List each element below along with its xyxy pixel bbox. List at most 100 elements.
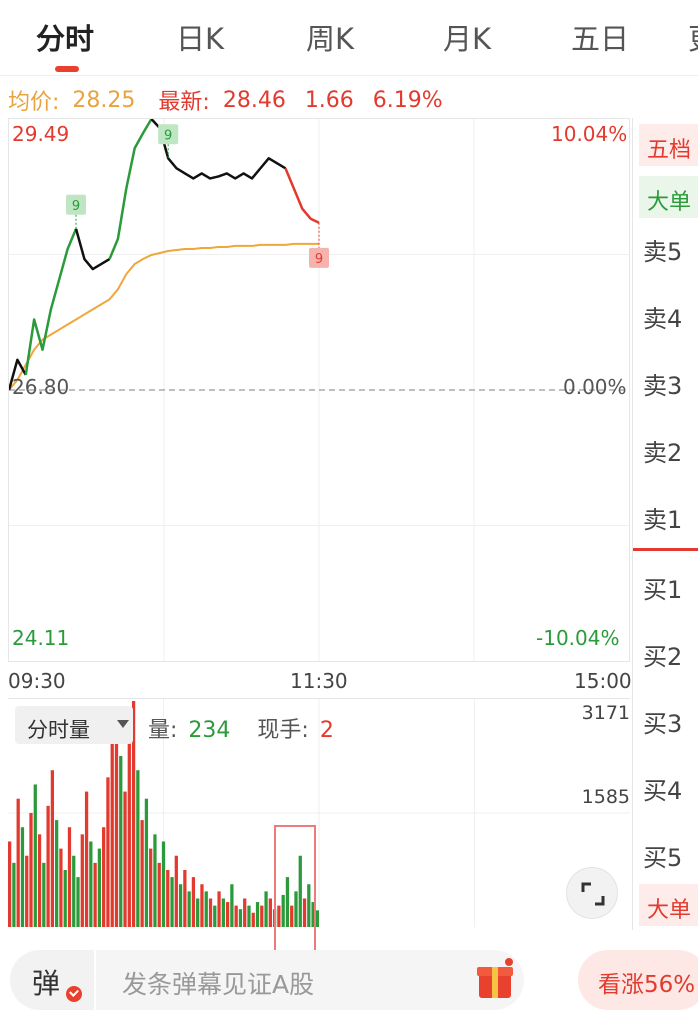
volume-bar: [221, 898, 225, 927]
volume-bar: [102, 827, 106, 927]
volume-bar: [153, 834, 157, 927]
y-base-label: 26.80: [12, 375, 70, 399]
volume-bar: [50, 770, 55, 927]
latest-price-value: 28.46: [222, 87, 286, 113]
fullscreen-expand-button[interactable]: [566, 867, 618, 919]
sell-level-5: 卖5: [643, 238, 683, 266]
volume-bar: [161, 841, 166, 927]
volume-bar: [208, 898, 213, 927]
marker-label-0: 9: [72, 199, 80, 214]
gift-icon[interactable]: [476, 958, 514, 1000]
volume-bar: [187, 891, 191, 927]
volume-bar: [123, 791, 127, 927]
latest-price-label: 最新:: [158, 90, 210, 115]
volume-bar: [247, 905, 251, 927]
danmu-check-icon: [66, 986, 82, 1002]
volume-bar: [42, 862, 46, 927]
volume-bar: [97, 848, 102, 927]
volume-bar: [25, 855, 29, 927]
price-line-rise-2: [108, 119, 153, 260]
time-label-midday: 11:30: [290, 669, 348, 693]
volume-bar: [55, 820, 59, 927]
volume-bar: [136, 770, 140, 927]
tab-monthly-k[interactable]: 月K: [443, 16, 491, 58]
volume-type-dropdown[interactable]: 分时量: [15, 706, 133, 744]
time-label-close: 15:00: [574, 669, 632, 693]
volume-bar: [149, 848, 153, 927]
volume-bar: [251, 912, 255, 927]
y-low-label: 24.11: [12, 626, 70, 650]
volume-bar: [89, 841, 93, 927]
volume-bar: [67, 827, 72, 927]
volume-bar: [37, 834, 42, 927]
volume-max-label: 3171: [581, 702, 630, 724]
volume-bar: [196, 898, 200, 927]
sell-level-3: 卖3: [643, 372, 683, 400]
volume-info: 量: 234 现手: 2: [148, 712, 334, 744]
price-line-tail: [284, 167, 320, 224]
marker-label-3: 9: [315, 252, 323, 267]
volume-type-label: 分时量: [27, 718, 90, 742]
volume-bar: [315, 910, 319, 927]
volume-bar: [140, 820, 144, 927]
volume-bar: [12, 862, 16, 927]
intraday-price-chart[interactable]: 9999: [8, 118, 630, 662]
tab-daily-k[interactable]: 日K: [176, 16, 224, 58]
volume-bar: [238, 909, 243, 927]
danmu-input[interactable]: 发条弹幕见证A股: [96, 950, 524, 1010]
volume-bar: [191, 877, 196, 927]
tab-weekly-k[interactable]: 周K: [306, 16, 354, 58]
tab-big-orders-bottom[interactable]: 大单: [639, 884, 698, 926]
volume-bar: [106, 777, 110, 927]
volume-bar: [8, 841, 12, 927]
tab-big-orders[interactable]: 大单: [639, 176, 698, 218]
buy-level-2: 买2: [643, 643, 683, 671]
buy-level-5: 买5: [643, 844, 683, 872]
price-change-pct: 6.19%: [372, 87, 443, 113]
volume-bar: [230, 884, 234, 927]
active-tab-indicator: [55, 66, 79, 72]
marker-label-2: 9: [164, 128, 172, 143]
volume-bar: [213, 905, 217, 927]
buy-level-1: 买1: [643, 576, 683, 604]
expand-icon: [581, 882, 605, 906]
avg-price-value: 28.25: [72, 87, 136, 113]
bullish-vote-button[interactable]: 看涨56%: [578, 950, 698, 1010]
danmu-toggle-button[interactable]: 弹: [10, 950, 94, 1010]
tab-five-day[interactable]: 五日: [571, 16, 629, 58]
hand-label: 现手:: [257, 718, 309, 743]
volume-bar: [268, 898, 272, 927]
sell-level-2: 卖2: [643, 439, 683, 467]
volume-bar: [33, 784, 37, 927]
buy-level-3: 买3: [643, 710, 683, 738]
time-label-open: 09:30: [8, 669, 66, 693]
volume-label: 量:: [148, 718, 178, 743]
price-info-row: 均价: 28.25 最新: 28.46 1.66 6.19%: [8, 84, 443, 116]
volume-value: 234: [188, 718, 231, 743]
tab-intraday[interactable]: 分时: [36, 16, 94, 58]
volume-bar: [110, 734, 114, 927]
tab-five-levels[interactable]: 五档: [639, 124, 698, 166]
danmu-label: 弹: [32, 967, 61, 1000]
avg-price-label: 均价:: [8, 90, 60, 115]
hand-value: 2: [319, 718, 334, 743]
buy-level-4: 买4: [643, 777, 683, 805]
dropdown-arrow-icon: [117, 720, 129, 728]
price-change: 1.66: [304, 87, 354, 113]
volume-bar: [204, 891, 208, 927]
volume-bar: [59, 848, 63, 927]
pct-base-label: 0.00%: [563, 375, 627, 399]
danmu-placeholder: 发条弹幕见证A股: [122, 970, 315, 999]
volume-bar: [16, 798, 20, 927]
stock-intraday-screen: 分时 日K 周K 月K 五日 更 均价: 28.25 最新: 28.46 1.6…: [0, 0, 698, 1024]
volume-bar: [114, 713, 119, 927]
volume-bar: [76, 877, 80, 927]
price-chart-canvas: 9999: [9, 119, 629, 661]
volume-bar: [93, 862, 97, 927]
tab-more[interactable]: 更: [688, 16, 698, 58]
highlight-annotation-box: [274, 825, 316, 959]
volume-bar: [225, 902, 230, 927]
volume-mid-label: 1585: [581, 786, 630, 808]
volume-bar: [243, 898, 247, 927]
volume-bar: [72, 855, 76, 927]
